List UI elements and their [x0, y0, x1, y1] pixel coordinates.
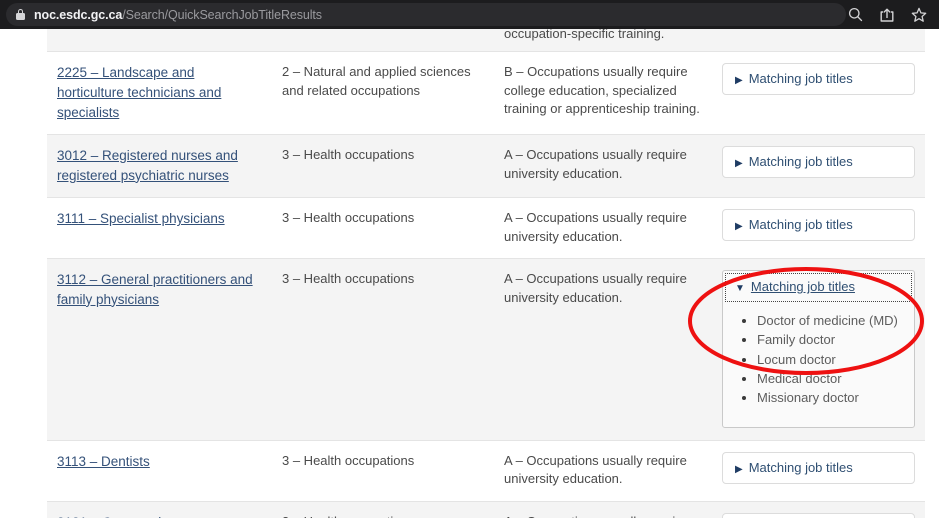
matching-job-titles-expanded: ▼ Matching job titles Doctor of medicine (…	[722, 270, 915, 428]
category-text: 3 – Health occupations	[282, 147, 415, 163]
noc-occupation-link[interactable]: 3111 – Specialist physicians	[57, 211, 225, 226]
matching-job-titles-label: Matching job titles	[748, 154, 853, 170]
skill-level-text: B – Occupations usually require college …	[504, 64, 700, 117]
url-path: /Search/QuickSearchJobTitleResults	[122, 7, 322, 22]
noc-occupation-link[interactable]: 3112 – General practitioners and family …	[57, 272, 253, 307]
address-bar[interactable]: noc.esdc.gc.ca/Search/QuickSearchJobTitl…	[6, 3, 846, 26]
matching-job-titles-button[interactable]: ▶ Matching job titles	[722, 451, 915, 484]
chrome-actions	[848, 0, 927, 29]
cell-noc: 3113 – Dentists	[47, 439, 272, 502]
matching-job-titles-label[interactable]: Matching job titles	[751, 279, 855, 294]
chevron-right-icon: ▶	[735, 463, 743, 475]
matching-job-titles-button[interactable]: ▶ Matching job titles	[722, 63, 915, 96]
job-title-list-item: Locum doctor	[757, 351, 914, 370]
skill-level-text: A – Occupations usually require universi…	[504, 514, 687, 518]
cell-noc: 3121 – Optometrists	[47, 500, 272, 518]
matching-job-titles-button[interactable]: ▶Matching job titles	[722, 512, 915, 518]
skill-level-text: occupation-specific training.	[504, 29, 665, 41]
table-row: 3121 – Optometrists 3 – Health occupation…	[47, 500, 925, 518]
matching-job-titles-button[interactable]: ▶ Matching job titles	[722, 146, 915, 179]
bookmark-star-icon[interactable]	[911, 7, 927, 23]
skill-level-text: A – Occupations usually require universi…	[504, 452, 687, 487]
job-title-list-item: Doctor of medicine (MD)	[757, 312, 914, 331]
matching-job-titles-label: Matching job titles	[748, 459, 853, 475]
cell-skill-level: A – Occupations usually require universi…	[494, 197, 712, 259]
cell-noc: 3112 – General practitioners and family …	[47, 258, 272, 441]
noc-results-table: occupation-specific training. 2225 – Lan…	[47, 29, 925, 518]
matching-job-titles-label: Matching job titles	[748, 217, 853, 233]
results-table-body: occupation-specific training. 2225 – Lan…	[47, 29, 925, 518]
job-titles-list: Doctor of medicine (MD)Family doctorLocu…	[757, 312, 914, 409]
cell-matching-job-titles: ▶ Matching job titles	[712, 134, 925, 198]
cell-skill-level: occupation-specific training.	[494, 29, 712, 52]
table-row: 3112 – General practitioners and family …	[47, 258, 925, 441]
cell-matching-job-titles: ▶ Matching job titles	[712, 51, 925, 135]
table-row: 3111 – Specialist physicians 3 – Health o…	[47, 197, 925, 259]
cell-category: 2 – Natural and applied sciences and rel…	[272, 51, 494, 135]
browser-chrome: noc.esdc.gc.ca/Search/QuickSearchJobTitl…	[0, 0, 939, 29]
table-row: 3012 – Registered nurses and registered …	[47, 134, 925, 198]
job-title-list-item: Medical doctor	[757, 370, 914, 389]
cell-matching-job-titles: ▶ Matching job titles	[712, 439, 925, 502]
matching-job-titles-label: Matching job titles	[748, 71, 853, 87]
search-icon[interactable]	[848, 7, 863, 22]
matching-job-titles-button[interactable]: ▶ Matching job titles	[722, 209, 915, 242]
category-text: 3 – Health occupations	[282, 452, 415, 468]
cell-category	[272, 29, 494, 52]
url-text: noc.esdc.gc.ca/Search/QuickSearchJobTitl…	[34, 8, 322, 22]
category-text: 3 – Health occupations	[282, 271, 415, 287]
skill-level-text: A – Occupations usually require universi…	[504, 271, 687, 305]
share-icon[interactable]	[879, 7, 895, 23]
table-row-partial: occupation-specific training.	[47, 29, 925, 52]
cell-noc: 3012 – Registered nurses and registered …	[47, 134, 272, 198]
cell-skill-level: A – Occupations usually require universi…	[494, 439, 712, 502]
cell-matching	[712, 29, 925, 52]
cell-matching-job-titles: ▼ Matching job titles Doctor of medicine (…	[712, 258, 925, 441]
cell-skill-level: A – Occupations usually require universi…	[494, 500, 712, 518]
skill-level-text: A – Occupations usually require universi…	[504, 147, 687, 181]
noc-occupation-link[interactable]: 3012 – Registered nurses and registered …	[57, 148, 238, 183]
chevron-right-icon: ▶	[735, 221, 743, 233]
cell-skill-level: A – Occupations usually require universi…	[494, 134, 712, 198]
results-content: occupation-specific training. 2225 – Lan…	[47, 29, 925, 518]
noc-occupation-link[interactable]: 2225 – Landscape and horticulture techni…	[57, 65, 221, 119]
chevron-down-icon: ▼	[735, 283, 745, 295]
matching-job-titles-toggle[interactable]: ▼ Matching job titles	[723, 271, 914, 303]
table-row: 2225 – Landscape and horticulture techni…	[47, 51, 925, 135]
cell-noc: 2225 – Landscape and horticulture techni…	[47, 51, 272, 135]
category-text: 2 – Natural and applied sciences and rel…	[282, 64, 471, 98]
cell-matching-job-titles: ▶ Matching job titles	[712, 197, 925, 259]
cell-category: 3 – Health occupations	[272, 134, 494, 198]
cell-category: 3 – Health occupations	[272, 439, 494, 502]
lock-icon	[16, 9, 25, 20]
cell-skill-level: B – Occupations usually require college …	[494, 51, 712, 135]
job-title-list-item: Missionary doctor	[757, 389, 914, 408]
noc-occupation-link[interactable]: 3113 – Dentists	[57, 454, 150, 469]
skill-level-text: A – Occupations usually require universi…	[504, 210, 687, 244]
page-viewport: occupation-specific training. 2225 – Lan…	[0, 29, 939, 518]
cell-noc	[47, 29, 272, 52]
url-host: noc.esdc.gc.ca	[34, 7, 123, 22]
job-title-list-item: Family doctor	[757, 331, 914, 350]
cell-category: 3 – Health occupations	[272, 258, 494, 441]
category-text: 3 – Health occupations	[282, 210, 415, 226]
chevron-right-icon: ▶	[735, 158, 743, 170]
cell-skill-level: A – Occupations usually require universi…	[494, 258, 712, 441]
cell-matching-job-titles: ▶Matching job titles	[712, 500, 925, 518]
cell-category: 3 – Health occupations	[272, 197, 494, 259]
category-text: 3 – Health occupations	[282, 514, 414, 518]
table-row: 3113 – Dentists 3 – Health occupations A –…	[47, 439, 925, 502]
cell-noc: 3111 – Specialist physicians	[47, 197, 272, 259]
cell-category: 3 – Health occupations	[272, 500, 494, 518]
chevron-right-icon: ▶	[735, 75, 743, 87]
